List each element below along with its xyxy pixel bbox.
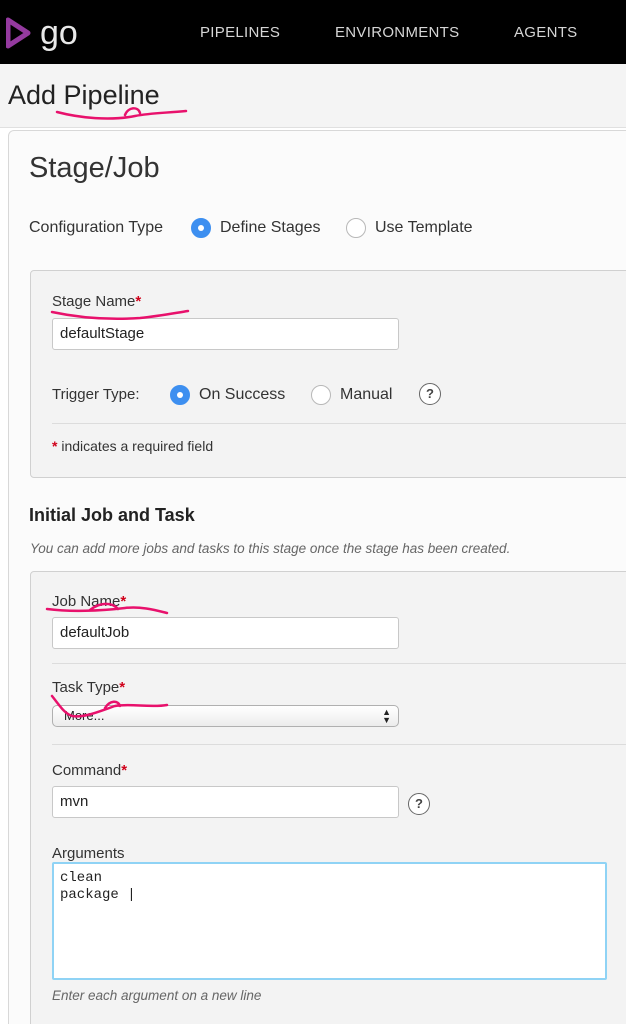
radio-label-use-template[interactable]: Use Template bbox=[375, 219, 473, 237]
radio-define-stages[interactable] bbox=[191, 218, 211, 238]
nav-link-agents[interactable]: AGENTS bbox=[514, 24, 577, 41]
arguments-hint: Enter each argument on a new line bbox=[52, 988, 262, 1003]
task-type-select[interactable]: More... ▲ ▼ bbox=[52, 705, 399, 727]
trigger-type-label: Trigger Type: bbox=[52, 386, 140, 403]
divider bbox=[52, 423, 626, 424]
nav-link-pipelines[interactable]: PIPELINES bbox=[200, 24, 280, 41]
arguments-label: Arguments bbox=[52, 845, 125, 862]
stage-name-label: Stage Name* bbox=[52, 293, 142, 310]
command-label: Command* bbox=[52, 762, 128, 779]
divider bbox=[52, 744, 626, 745]
nav-link-environments[interactable]: ENVIRONMENTS bbox=[335, 24, 459, 41]
radio-use-template[interactable] bbox=[346, 218, 366, 238]
help-icon[interactable]: ? bbox=[419, 383, 441, 405]
radio-on-success[interactable] bbox=[170, 385, 190, 405]
go-logo-icon[interactable]: go bbox=[6, 10, 106, 54]
arguments-textarea[interactable]: clean package | bbox=[52, 862, 607, 980]
configuration-type-label: Configuration Type bbox=[29, 219, 164, 236]
help-icon[interactable]: ? bbox=[408, 793, 430, 815]
stage-name-input[interactable]: defaultStage bbox=[52, 318, 399, 350]
job-name-label: Job Name* bbox=[52, 593, 127, 610]
radio-label-manual[interactable]: Manual bbox=[340, 386, 392, 404]
required-field-note: * indicates a required field bbox=[52, 438, 214, 454]
task-type-label: Task Type* bbox=[52, 679, 126, 696]
updown-arrows-icon: ▲ ▼ bbox=[382, 707, 391, 725]
job-name-input[interactable]: defaultJob bbox=[52, 617, 399, 649]
task-type-selected-value: More... bbox=[64, 708, 105, 723]
radio-manual[interactable] bbox=[311, 385, 331, 405]
initial-job-task-heading: Initial Job and Task bbox=[29, 505, 195, 525]
svg-text:go: go bbox=[40, 14, 78, 52]
top-nav-bar: go PIPELINES ENVIRONMENTS AGENTS bbox=[0, 0, 626, 64]
radio-label-define-stages[interactable]: Define Stages bbox=[220, 219, 321, 237]
page-title: Add Pipeline bbox=[8, 80, 160, 110]
section-title-stage-job: Stage/Job bbox=[29, 152, 160, 184]
initial-job-hint: You can add more jobs and tasks to this … bbox=[30, 541, 511, 556]
page-header: Add Pipeline bbox=[0, 64, 626, 128]
radio-label-on-success[interactable]: On Success bbox=[199, 386, 285, 404]
divider bbox=[52, 663, 626, 664]
command-input[interactable]: mvn bbox=[52, 786, 399, 818]
